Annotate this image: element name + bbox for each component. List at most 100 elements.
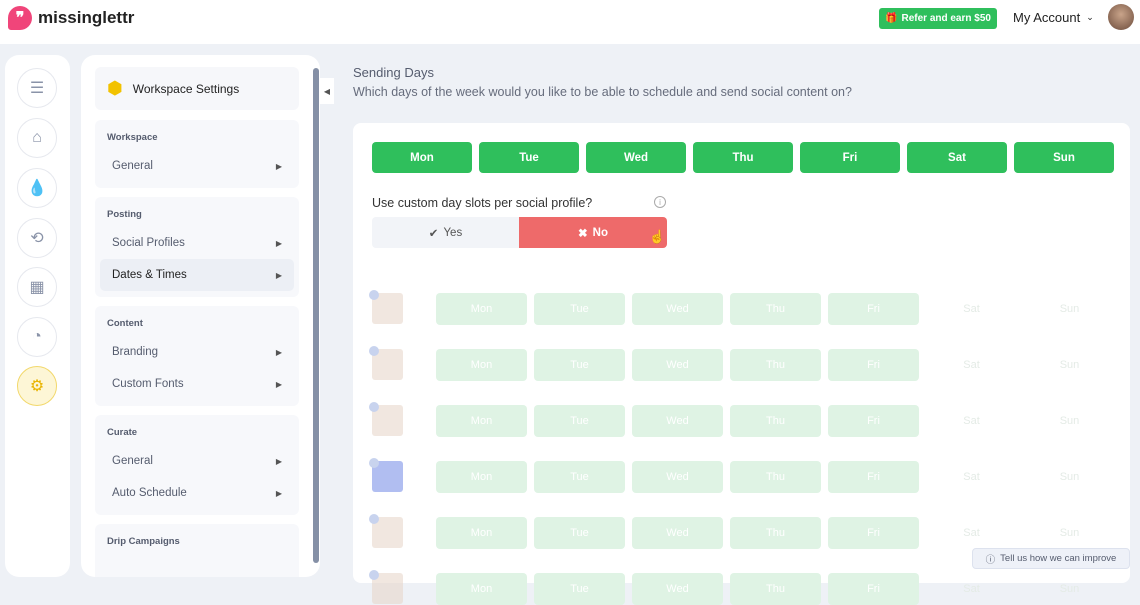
profile-row: Mon Tue Wed Thu Fri Sat Sun	[353, 402, 1130, 437]
menu-item-general[interactable]: General ▶	[100, 150, 294, 182]
feedback-label: Tell us how we can improve	[1000, 553, 1117, 564]
profile-day-wed: Wed	[632, 293, 723, 325]
chevron-right-icon: ▶	[275, 161, 282, 171]
feedback-button[interactable]: ⓘ Tell us how we can improve	[972, 548, 1130, 569]
collapse-panel-button[interactable]: ◀	[320, 78, 334, 104]
profile-row: Mon Tue Wed Thu Fri Sat Sun	[353, 514, 1130, 549]
profile-day-mon: Mon	[436, 405, 527, 437]
gear-icon: ⬢	[107, 78, 123, 98]
chevron-right-icon: ▶	[275, 238, 282, 248]
account-menu[interactable]: My Account ⌄	[1013, 10, 1094, 25]
pointer-cursor-icon: ☝	[649, 229, 666, 244]
section-title: Sending Days	[353, 65, 434, 80]
item-label: General	[112, 160, 153, 172]
chevron-left-icon: ◀	[323, 86, 331, 96]
menu-item-branding[interactable]: Branding ▶	[100, 336, 294, 368]
home-icon[interactable]: ⌂	[17, 118, 57, 158]
profile-day-thu: Thu	[730, 293, 821, 325]
chevron-right-icon: ▶	[275, 347, 282, 357]
logo-icon: ❞	[8, 6, 32, 30]
repeat-icon[interactable]: ⟲	[17, 218, 57, 258]
profile-day-sun: Sun	[1059, 303, 1080, 315]
profile-day-sun: Sun	[1059, 415, 1080, 427]
group-workspace: Workspace General ▶	[95, 120, 299, 188]
day-toggle-fri[interactable]: Fri	[800, 142, 900, 173]
profile-day-wed: Wed	[632, 405, 723, 437]
profile-day-tue: Tue	[534, 573, 625, 605]
avatar[interactable]	[1108, 4, 1134, 30]
profile-day-tue: Tue	[534, 405, 625, 437]
network-badge-icon	[369, 458, 379, 468]
sending-days-card: Mon Tue Wed Thu Fri Sat Sun Use custom day slo…	[353, 123, 1130, 605]
chevron-right-icon: ▶	[275, 270, 282, 280]
network-badge-icon	[369, 570, 379, 580]
item-label: Social Profiles	[112, 237, 185, 249]
settings-scrollbar[interactable]	[313, 68, 319, 563]
profile-day-fri: Fri	[828, 517, 919, 549]
profile-row: Mon Tue Wed Thu Fri Sat Sun	[353, 346, 1130, 381]
profile-day-thu: Thu	[730, 517, 821, 549]
info-icon: ⓘ	[985, 554, 996, 566]
profile-day-fri: Fri	[828, 293, 919, 325]
menu-item-auto-schedule[interactable]: Auto Schedule ▶	[100, 477, 294, 509]
profile-day-wed: Wed	[632, 517, 723, 549]
chart-icon[interactable]: ◔	[17, 317, 57, 357]
workspace-settings-header: ⬢ Workspace Settings	[95, 67, 299, 110]
day-toggle-thu[interactable]: Thu	[693, 142, 793, 173]
profile-day-fri: Fri	[828, 461, 919, 493]
menu-item-custom-fonts[interactable]: Custom Fonts ▶	[100, 368, 294, 400]
menu-item-curate-general[interactable]: General ▶	[100, 445, 294, 477]
profile-day-tue: Tue	[534, 349, 625, 381]
calendar-icon[interactable]: ▦	[17, 267, 57, 307]
section-subtitle: Which days of the week would you like to…	[353, 85, 852, 99]
profile-day-sat: Sat	[963, 415, 980, 427]
yes-label: Yes	[443, 226, 463, 239]
menu-item-dates-times[interactable]: Dates & Times ▶	[100, 259, 294, 291]
account-label: My Account	[1013, 10, 1081, 25]
network-badge-icon	[369, 514, 379, 524]
profile-row: Mon Tue Wed Thu Fri Sat Sun	[353, 458, 1130, 493]
profile-day-fri: Fri	[828, 405, 919, 437]
group-heading: Workspace	[107, 132, 158, 143]
group-heading: Curate	[107, 427, 138, 438]
profile-day-thu: Thu	[730, 573, 821, 605]
profile-day-thu: Thu	[730, 349, 821, 381]
profile-day-sun: Sun	[1059, 471, 1080, 483]
refer-button[interactable]: 🎁 Refer and earn $50	[879, 8, 997, 29]
day-toggle-sun[interactable]: Sun	[1014, 142, 1114, 173]
gear-icon[interactable]: ⚙	[17, 366, 57, 406]
profile-day-fri: Fri	[828, 573, 919, 605]
chevron-down-icon: ⌄	[1086, 12, 1094, 22]
group-heading: Content	[107, 318, 143, 329]
profile-day-fri: Fri	[828, 349, 919, 381]
chevron-right-icon: ▶	[275, 456, 282, 466]
no-button[interactable]: ✖ No	[519, 217, 667, 248]
chevron-right-icon: ▶	[275, 488, 282, 498]
menu-item-social-profiles[interactable]: Social Profiles ▶	[100, 227, 294, 259]
group-heading: Drip Campaigns	[107, 536, 180, 547]
group-drip-campaigns: Drip Campaigns	[95, 524, 299, 577]
profile-day-wed: Wed	[632, 573, 723, 605]
profile-day-sat: Sat	[963, 471, 980, 483]
drop-icon[interactable]: 💧	[17, 168, 57, 208]
gift-icon: 🎁	[885, 13, 898, 24]
day-toggle-wed[interactable]: Wed	[586, 142, 686, 173]
info-icon[interactable]: i	[654, 196, 666, 208]
profile-day-wed: Wed	[632, 349, 723, 381]
profile-day-mon: Mon	[436, 461, 527, 493]
item-label: Auto Schedule	[112, 487, 187, 499]
day-toggle-mon[interactable]: Mon	[372, 142, 472, 173]
day-toggle-sat[interactable]: Sat	[907, 142, 1007, 173]
profile-day-sun: Sun	[1059, 527, 1080, 539]
profile-day-tue: Tue	[534, 293, 625, 325]
profile-day-sun: Sun	[1059, 583, 1080, 595]
profile-day-sat: Sat	[963, 303, 980, 315]
custom-slots-question: Use custom day slots per social profile?	[372, 196, 593, 210]
no-label: No	[592, 226, 608, 239]
day-toggle-tue[interactable]: Tue	[479, 142, 579, 173]
logo[interactable]: ❞ missinglettr	[8, 6, 134, 30]
group-heading: Posting	[107, 209, 142, 220]
menu-icon[interactable]: ☰	[17, 68, 57, 108]
group-curate: Curate General ▶ Auto Schedule ▶	[95, 415, 299, 515]
yes-button[interactable]: ✔ Yes	[372, 217, 519, 248]
